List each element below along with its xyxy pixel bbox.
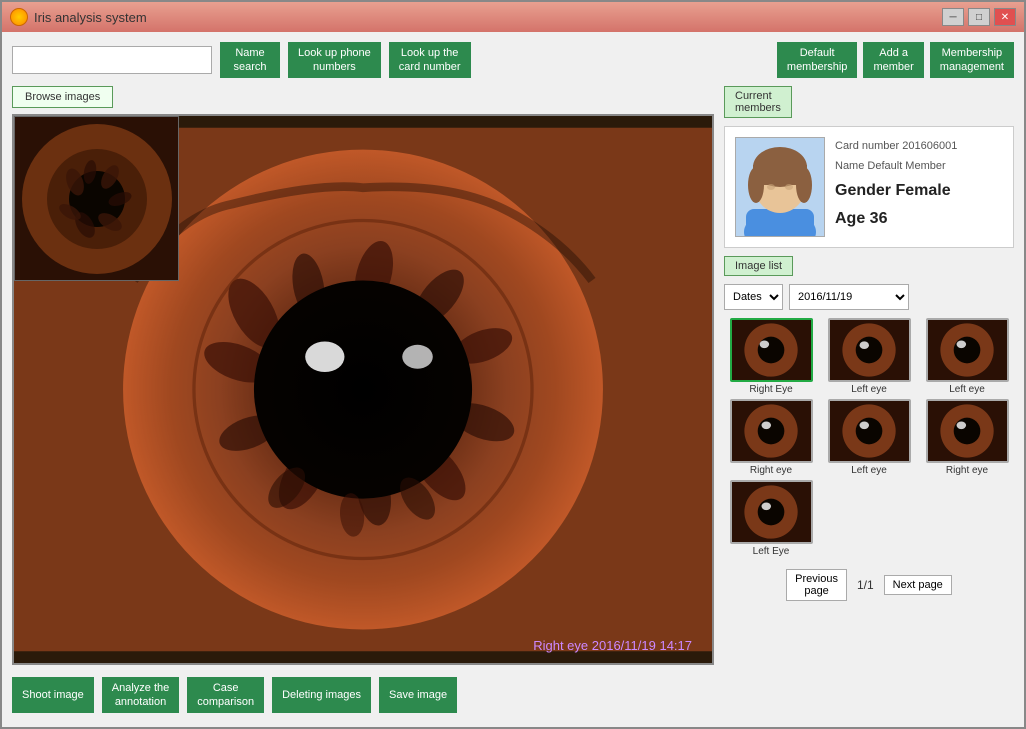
thumb-label-3: Right eye <box>750 465 792 476</box>
thumb-img-1[interactable] <box>828 318 911 382</box>
thumb-cell-1[interactable]: Left eye <box>822 318 916 395</box>
default-membership-button[interactable]: Default membership <box>777 42 858 78</box>
top-bar: Name search Look up phone numbers Look u… <box>12 42 1014 78</box>
date-select[interactable]: 2016/11/19 <box>789 284 909 310</box>
member-age: Age 36 <box>835 205 1003 234</box>
add-member-button[interactable]: Add a member <box>863 42 923 78</box>
app-icon <box>10 8 28 26</box>
left-panel: Browse images <box>12 86 714 665</box>
thumb-label-6: Left Eye <box>753 546 790 557</box>
case-comparison-button[interactable]: Case comparison <box>187 677 264 713</box>
restore-button[interactable]: □ <box>968 8 990 26</box>
thumb-img-5[interactable] <box>926 399 1009 463</box>
delete-images-button[interactable]: Deleting images <box>272 677 371 713</box>
bottom-bar: Shoot image Analyze the annotation Case … <box>12 673 1014 717</box>
thumb-img-4[interactable] <box>828 399 911 463</box>
window-title: Iris analysis system <box>34 10 147 25</box>
thumb-img-6[interactable] <box>730 480 813 544</box>
avatar-svg <box>736 137 824 237</box>
page-info: 1/1 <box>857 578 874 592</box>
save-image-button[interactable]: Save image <box>379 677 457 713</box>
thumb-cell-4[interactable]: Left eye <box>822 399 916 476</box>
thumb-img-2[interactable] <box>926 318 1009 382</box>
thumb-cell-2[interactable]: Left eye <box>920 318 1014 395</box>
image-list-controls: Dates 2016/11/19 <box>724 284 1014 310</box>
analyze-annotation-button[interactable]: Analyze the annotation <box>102 677 179 713</box>
pagination-bar: Previous page 1/1 Next page <box>724 569 1014 601</box>
browse-images-button[interactable]: Browse images <box>12 86 113 108</box>
main-image-container: Right eye 2016/11/19 14:17 <box>12 114 714 665</box>
member-avatar <box>735 137 825 237</box>
thumb-cell-0[interactable]: Right Eye <box>724 318 818 395</box>
image-timestamp: Right eye 2016/11/19 14:17 <box>533 638 692 653</box>
title-left: Iris analysis system <box>10 8 147 26</box>
body-area: Browse images <box>12 86 1014 665</box>
next-page-button[interactable]: Next page <box>884 575 952 595</box>
search-input[interactable] <box>12 46 212 74</box>
title-controls: ─ □ ✕ <box>942 8 1016 26</box>
name-search-button[interactable]: Name search <box>220 42 280 78</box>
title-bar: Iris analysis system ─ □ ✕ <box>2 2 1024 32</box>
current-members-label: Current members <box>724 86 792 118</box>
main-window: Iris analysis system ─ □ ✕ Name search L… <box>0 0 1026 729</box>
thumb-label-4: Left eye <box>851 465 887 476</box>
browse-btn-area: Browse images <box>12 86 714 108</box>
membership-mgmt-button[interactable]: Membership management <box>930 42 1014 78</box>
image-list-label: Image list <box>724 256 793 276</box>
date-filter-select[interactable]: Dates <box>724 284 783 310</box>
right-panel: Current members <box>724 86 1014 665</box>
shoot-image-button[interactable]: Shoot image <box>12 677 94 713</box>
card-number: Card number 201606001 <box>835 137 1003 157</box>
prev-page-button[interactable]: Previous page <box>786 569 847 601</box>
thumb-img-0[interactable] <box>730 318 813 382</box>
minimize-button[interactable]: ─ <box>942 8 964 26</box>
member-gender: Gender Female <box>835 177 1003 206</box>
thumb-label-5: Right eye <box>946 465 988 476</box>
thumb-label-1: Left eye <box>851 384 887 395</box>
member-name: Name Default Member <box>835 157 1003 177</box>
thumbnail-eye-svg <box>15 117 179 281</box>
lookup-phone-button[interactable]: Look up phone numbers <box>288 42 381 78</box>
thumb-cell-3[interactable]: Right eye <box>724 399 818 476</box>
thumb-cell-6[interactable]: Left Eye <box>724 480 818 557</box>
close-button[interactable]: ✕ <box>994 8 1016 26</box>
thumb-img-3[interactable] <box>730 399 813 463</box>
top-bar-right: Default membership Add a member Membersh… <box>777 42 1014 78</box>
thumb-cell-5[interactable]: Right eye <box>920 399 1014 476</box>
lookup-card-button[interactable]: Look up the card number <box>389 42 471 78</box>
member-details: Card number 201606001 Name Default Membe… <box>835 137 1003 234</box>
image-grid: Right Eye Left eye <box>724 318 1014 557</box>
thumb-label-0: Right Eye <box>749 384 792 395</box>
thumb-label-2: Left eye <box>949 384 985 395</box>
member-info-box: Card number 201606001 Name Default Membe… <box>724 126 1014 248</box>
thumbnail-inset <box>14 116 179 281</box>
main-content: Name search Look up phone numbers Look u… <box>2 32 1024 727</box>
